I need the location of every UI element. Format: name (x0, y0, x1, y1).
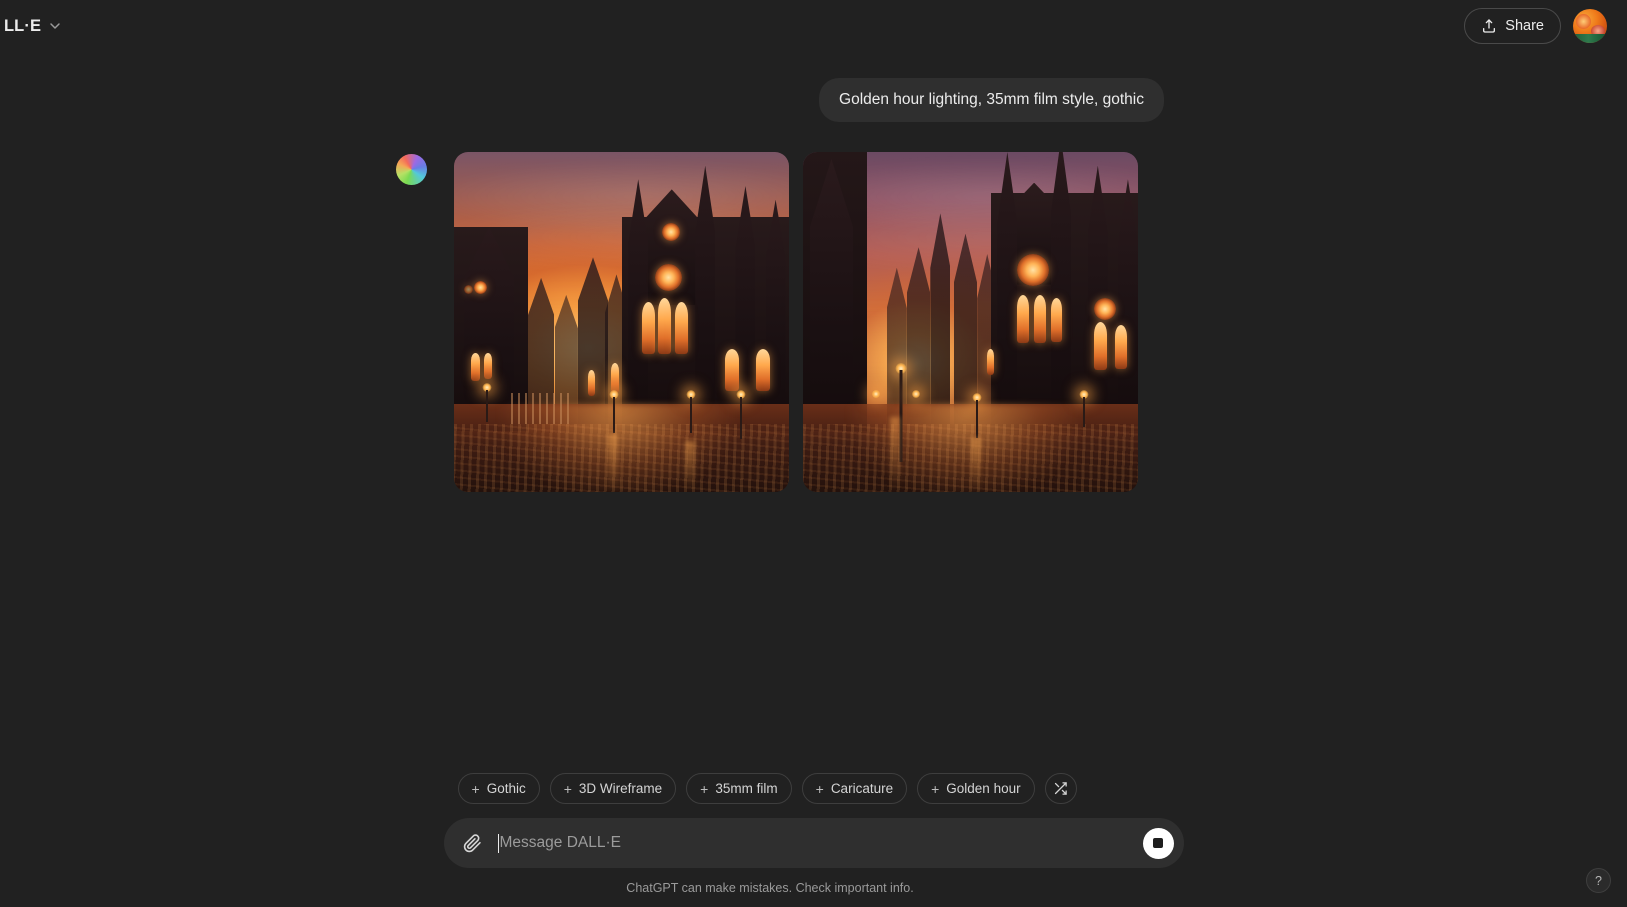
lamp-post (740, 397, 743, 440)
image-window (641, 301, 655, 354)
text-caret (497, 833, 499, 853)
image-rose-window (655, 264, 682, 292)
suggestion-chips: + Gothic + 3D Wireframe + 35mm film + Ca… (444, 773, 1184, 804)
image-street-lamp (735, 390, 747, 444)
image-window (611, 362, 620, 393)
image-window (1034, 294, 1047, 343)
plus-icon: + (700, 780, 709, 797)
conversation: Golden hour lighting, 35mm film style, g… (0, 52, 1627, 752)
chip-label: Gothic (486, 781, 526, 796)
chip-3d-wireframe[interactable]: + 3D Wireframe (549, 773, 677, 804)
paperclip-icon (463, 833, 482, 853)
model-switcher[interactable]: LL·E (0, 11, 73, 42)
image-window (470, 352, 480, 381)
lamp-post (690, 397, 693, 434)
model-name: LL·E (4, 16, 42, 35)
image-light-streak (970, 437, 981, 492)
lamp-post (1082, 397, 1085, 428)
chip-label: 35mm film (715, 781, 778, 796)
image-street-lamp (685, 390, 697, 438)
image-spire (1050, 152, 1071, 424)
image-window (1094, 322, 1108, 370)
chip-caricature[interactable]: + Caricature (801, 773, 908, 804)
image-fence (510, 393, 572, 424)
user-message-bubble: Golden hour lighting, 35mm film style, g… (819, 78, 1164, 123)
image-window (588, 369, 595, 396)
stop-icon (1153, 838, 1163, 848)
lamp-post (485, 390, 488, 423)
image-rose-window (661, 223, 680, 242)
plus-icon: + (563, 780, 572, 797)
upload-icon (1481, 18, 1497, 34)
chevron-down-icon (47, 18, 63, 34)
image-light-streak (685, 441, 696, 492)
chip-gothic[interactable]: + Gothic (457, 773, 540, 804)
plus-icon: + (815, 780, 824, 797)
image-window (658, 298, 672, 355)
app-header: LL·E Share (0, 0, 1627, 52)
image-street-lamp (608, 390, 620, 438)
header-actions: Share (1464, 8, 1607, 44)
share-button[interactable]: Share (1464, 8, 1561, 44)
help-button[interactable]: ? (1586, 868, 1611, 893)
image-rose-window (464, 284, 474, 294)
plus-icon: + (471, 780, 480, 797)
image-street-lamp (1078, 390, 1090, 431)
image-street-lamp (481, 383, 493, 427)
image-window (725, 349, 740, 392)
image-window (484, 352, 493, 379)
lamp-bulb-icon (912, 390, 921, 398)
generated-image-1[interactable] (454, 152, 789, 492)
composer: + Gothic + 3D Wireframe + 35mm film + Ca… (0, 773, 1627, 907)
avatar[interactable] (1573, 9, 1607, 43)
chat-app: LL·E Share Golden hour lighting, 35mm fi… (0, 0, 1627, 907)
message-input-field[interactable]: Message DALL·E (497, 818, 1143, 868)
disclaimer-text: ChatGPT can make mistakes. Check importa… (626, 881, 914, 895)
chip-35mm-film[interactable]: + 35mm film (686, 773, 792, 804)
image-window (1017, 294, 1030, 343)
dalle-logo-icon (396, 154, 427, 185)
image-window (755, 349, 770, 392)
user-message-row: Golden hour lighting, 35mm film style, g… (0, 78, 1164, 123)
image-street-lamp (971, 393, 983, 441)
image-light-streak (890, 417, 901, 492)
chip-golden-hour[interactable]: + Golden hour (917, 773, 1035, 804)
generated-image-2[interactable] (803, 152, 1138, 492)
generated-images (454, 152, 1138, 492)
stop-generating-button[interactable] (1142, 827, 1174, 859)
lamp-post (613, 397, 616, 434)
lamp-post (975, 400, 978, 439)
share-button-label: Share (1505, 18, 1544, 34)
plus-icon: + (931, 780, 940, 797)
message-input-placeholder: Message DALL·E (499, 834, 621, 851)
avatar-detail (1576, 14, 1591, 29)
image-window (675, 301, 689, 354)
message-input-bar[interactable]: Message DALL·E (443, 818, 1184, 868)
image-light-streak (608, 434, 619, 492)
chip-label: Golden hour (946, 781, 1021, 796)
shuffle-suggestions-button[interactable] (1044, 773, 1077, 804)
image-street-lamp (870, 390, 882, 424)
lamp-bulb-icon (872, 390, 880, 398)
chip-label: 3D Wireframe (578, 781, 663, 796)
avatar-detail (1573, 34, 1607, 43)
image-window (987, 349, 995, 376)
chip-label: Caricature (830, 781, 894, 796)
image-street-lamp (910, 390, 922, 424)
attach-file-button[interactable] (458, 828, 488, 858)
image-window (1114, 325, 1127, 370)
image-window (1050, 298, 1062, 343)
shuffle-icon (1053, 781, 1068, 796)
assistant-message-row (396, 152, 1138, 492)
